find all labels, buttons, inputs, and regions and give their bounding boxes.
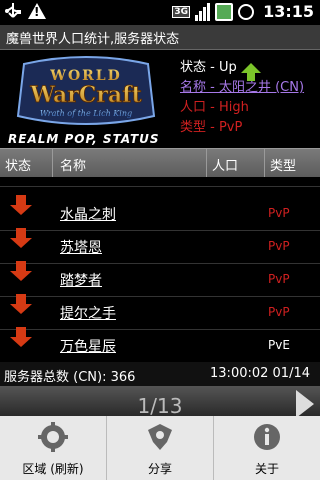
col-divider — [52, 149, 53, 177]
status-down-icon — [10, 327, 32, 347]
wow-logo: WORLD WarCraft Wrath of the Lich King — [4, 54, 168, 134]
info-icon — [252, 422, 282, 452]
table-row[interactable]: 提尔之手 PvP — [0, 294, 320, 330]
alarm-icon — [238, 3, 255, 20]
app-title: 魔兽世界人口统计,服务器状态 — [6, 32, 180, 47]
network-type: 3G — [172, 5, 191, 18]
battery-icon — [215, 2, 234, 21]
table-header: 状态 名称 人口 类型 — [0, 148, 320, 178]
row-type: PvE — [268, 338, 290, 352]
realm-pop-label: REALM POP, STATUS — [8, 132, 160, 146]
svg-text:Wrath of the Lich King: Wrath of the Lich King — [40, 109, 132, 118]
row-name[interactable]: 水晶之刺 — [60, 204, 116, 224]
options-menu: 区域 (刷新) 分享 关于 — [0, 416, 320, 480]
row-name[interactable]: 踏梦者 — [60, 270, 102, 290]
menu-label: 区域 (刷新) — [22, 462, 84, 476]
col-status[interactable]: 状态 — [5, 155, 31, 174]
row-type: PvP — [268, 206, 290, 220]
col-divider — [206, 149, 207, 177]
col-population[interactable]: 人口 — [212, 155, 238, 174]
selected-realm-info: 状态 - Up 名称 - 太阳之井 (CN) 人口 - High 类型 - Pv… — [180, 58, 304, 138]
row-name[interactable]: 万色星辰 — [60, 336, 116, 356]
status-down-icon — [10, 294, 32, 314]
usb-icon — [4, 3, 22, 19]
col-divider — [264, 149, 265, 177]
col-name[interactable]: 名称 — [60, 155, 86, 174]
col-type[interactable]: 类型 — [270, 155, 296, 174]
table-row[interactable]: 苏塔恩 PvP — [0, 228, 320, 264]
table-row[interactable]: 万色星辰 PvE — [0, 327, 320, 361]
row-type: PvP — [268, 239, 290, 253]
table-row[interactable]: 水晶之刺 PvP — [0, 195, 320, 231]
row-type: PvP — [268, 272, 290, 286]
app-title-bar: 魔兽世界人口统计,服务器状态 — [0, 25, 320, 50]
realm-type: 类型 - PvP — [180, 120, 243, 135]
row-type: PvP — [268, 305, 290, 319]
menu-item-region-refresh[interactable]: 区域 (刷新) — [0, 416, 107, 480]
realm-name-link[interactable]: 名称 - 太阳之井 (CN) — [180, 78, 304, 98]
warning-icon — [28, 3, 46, 19]
refresh-icon — [38, 422, 68, 452]
realm-list[interactable]: 水晶之刺 PvP 苏塔恩 PvP 踏梦者 PvP 提尔之手 PvP 万色星辰 P… — [0, 177, 320, 361]
page-indicator: 1/13 — [137, 394, 183, 418]
signal-icon — [195, 2, 211, 21]
menu-label: 关于 — [254, 462, 279, 476]
row-name[interactable]: 苏塔恩 — [60, 237, 102, 257]
menu-item-share[interactable]: 分享 — [107, 416, 214, 480]
realm-population: 人口 - High — [180, 100, 249, 115]
row-name[interactable]: 提尔之手 — [60, 303, 116, 323]
status-down-icon — [10, 261, 32, 281]
status-down-icon — [10, 228, 32, 248]
server-count: 服务器总数 (CN): 366 — [4, 370, 136, 385]
clock: 13:15 — [263, 2, 314, 21]
menu-item-about[interactable]: 关于 — [214, 416, 320, 480]
status-up-icon — [240, 63, 261, 81]
summary-bar: 服务器总数 (CN): 366 13:00:02 01/14 — [0, 362, 320, 386]
svg-text:WarCraft: WarCraft — [29, 82, 142, 108]
realm-status: 状态 - Up — [180, 58, 304, 81]
status-bar: 3G 13:15 — [0, 0, 320, 25]
table-row[interactable] — [0, 177, 320, 187]
last-updated: 13:00:02 01/14 — [210, 366, 310, 381]
table-row[interactable]: 踏梦者 PvP — [0, 261, 320, 297]
share-icon — [145, 422, 175, 452]
next-page-icon[interactable] — [296, 390, 314, 418]
realm-header: WORLD WarCraft Wrath of the Lich King RE… — [0, 50, 320, 148]
pager: 1/13 — [0, 386, 320, 418]
status-down-icon — [10, 195, 32, 215]
menu-label: 分享 — [147, 462, 172, 476]
